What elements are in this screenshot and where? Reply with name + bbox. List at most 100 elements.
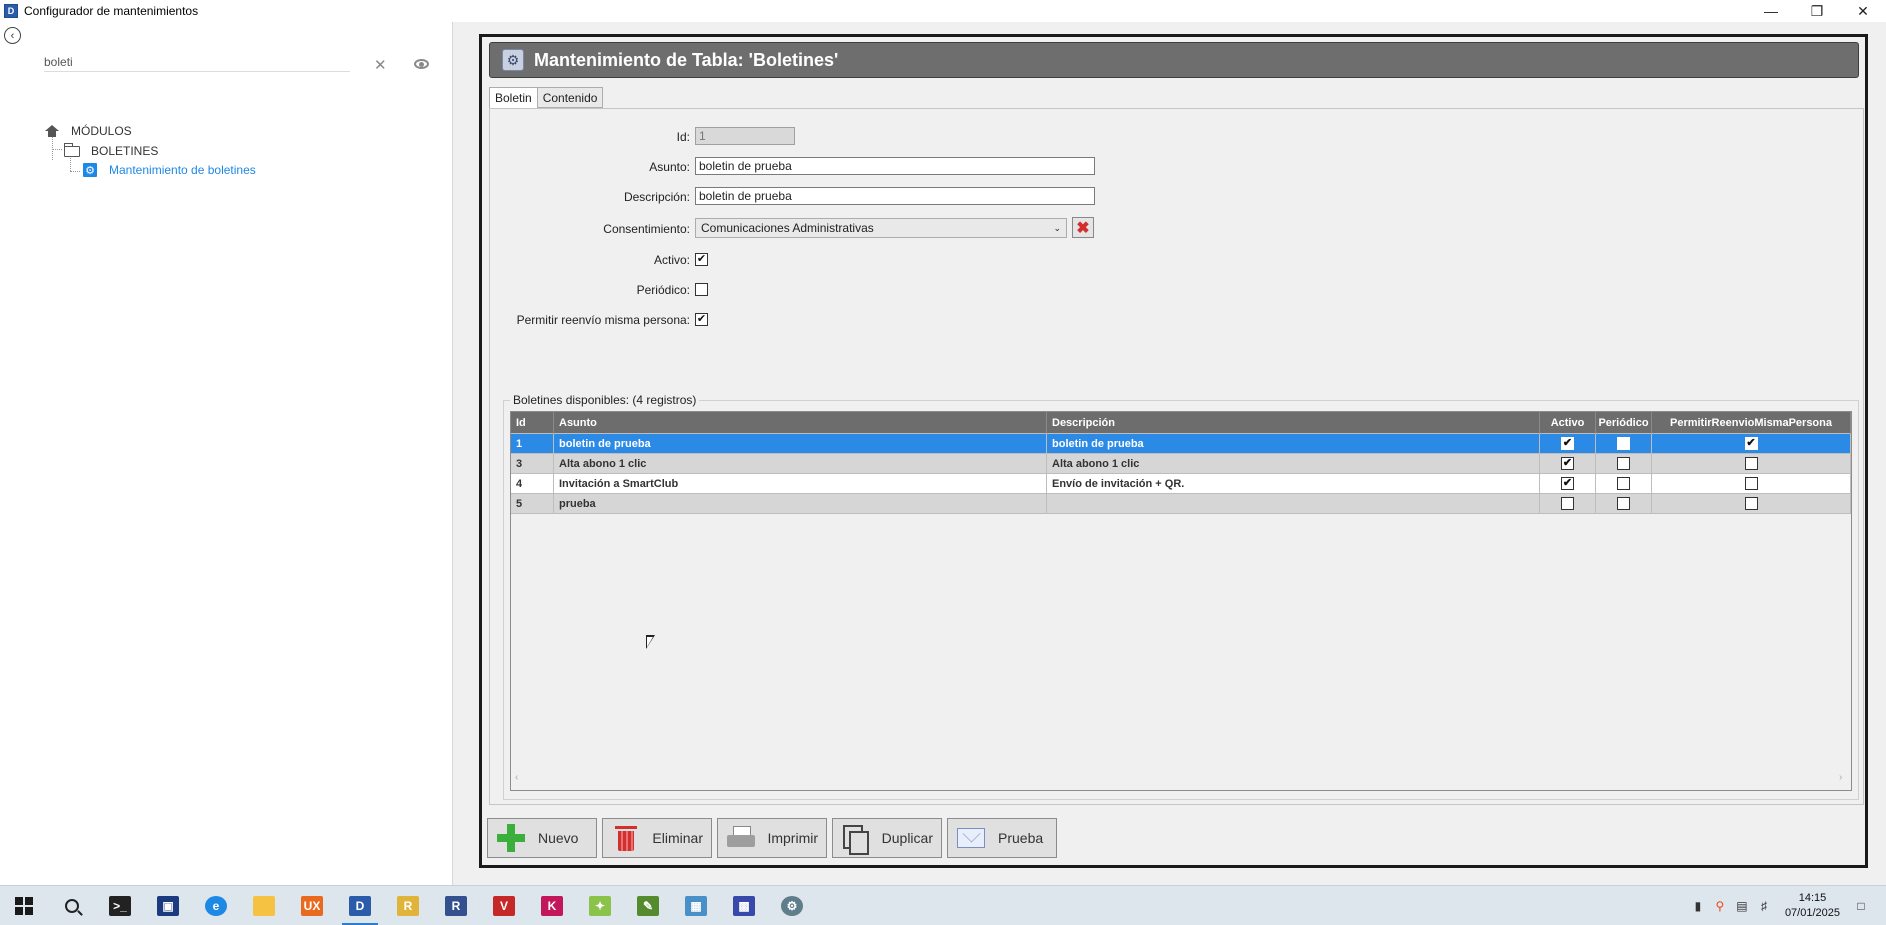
- taskbar-calc-app[interactable]: ▦: [672, 886, 720, 925]
- tree-item-label: BOLETINES: [91, 144, 159, 158]
- scroll-right-icon[interactable]: ›: [1839, 772, 1842, 783]
- back-arrow-icon[interactable]: ‹: [4, 27, 21, 44]
- folder-icon: [253, 895, 275, 916]
- page-title: Mantenimiento de Tabla: 'Boletines': [534, 49, 839, 70]
- groupbox-legend: Boletines disponibles: (4 registros): [510, 393, 700, 407]
- taskbar-r-app-blue[interactable]: R: [432, 886, 480, 925]
- periodico-checkbox[interactable]: [1617, 457, 1630, 470]
- taskbar-ux-app[interactable]: UX: [288, 886, 336, 925]
- periodico-checkbox[interactable]: [695, 283, 708, 296]
- system-tray: ▮ ⚲ ▤ ♯ 14:15 07/01/2025 □: [1687, 886, 1886, 925]
- nuevo-button[interactable]: Nuevo: [487, 818, 597, 858]
- window-title: Configurador de mantenimientos: [24, 4, 199, 18]
- tree-item-modulos[interactable]: MÓDULOS: [45, 124, 132, 138]
- asunto-label: Asunto:: [649, 160, 690, 174]
- taskbar-v-app[interactable]: V: [480, 886, 528, 925]
- activo-checkbox[interactable]: ✔: [1561, 457, 1574, 470]
- nuevo-label: Nuevo: [538, 830, 579, 846]
- asunto-field[interactable]: [695, 157, 1095, 175]
- terminal-icon: >_: [109, 895, 131, 916]
- tree-item-mantenimiento-boletines[interactable]: ⚙ Mantenimiento de boletines: [83, 163, 256, 177]
- activo-checkbox[interactable]: [1561, 497, 1574, 510]
- taskbar-r-app-yellow[interactable]: R: [384, 886, 432, 925]
- duplicar-button[interactable]: Duplicar: [832, 818, 942, 858]
- eliminar-label: Eliminar: [652, 830, 703, 846]
- windows-logo-icon: [15, 896, 33, 915]
- reenvio-checkbox[interactable]: [1744, 477, 1758, 490]
- column-header-asunto[interactable]: Asunto: [554, 412, 1047, 434]
- column-header-activo[interactable]: Activo: [1540, 412, 1596, 434]
- taskbar: >_ ▣ e UX D R R V K ✦ ✎ ▦ ▩ ⚙ ▮ ⚲ ▤ ♯ 14…: [0, 885, 1886, 925]
- eye-icon[interactable]: [414, 59, 429, 69]
- reenvio-checkbox[interactable]: [1744, 457, 1758, 470]
- clock[interactable]: 14:15 07/01/2025: [1785, 891, 1840, 921]
- periodico-checkbox[interactable]: [1617, 497, 1630, 510]
- mouse-cursor-icon: [646, 635, 655, 649]
- settings-icon: ⚙: [83, 163, 97, 177]
- taskbar-monitor[interactable]: ▣: [144, 886, 192, 925]
- taskbar-k-app[interactable]: K: [528, 886, 576, 925]
- cell-descripcion: Envío de invitación + QR.: [1047, 474, 1540, 494]
- prueba-button[interactable]: Prueba: [947, 818, 1057, 858]
- tab-contenido[interactable]: Contenido: [536, 87, 604, 108]
- taskbar-edge[interactable]: e: [192, 886, 240, 925]
- boletin-tab-panel: Id: Asunto: Descripción: Consentimiento:…: [489, 108, 1864, 805]
- taskbar-editor-app[interactable]: ✎: [624, 886, 672, 925]
- notifications-icon[interactable]: □: [1850, 898, 1872, 914]
- r-app-icon: R: [445, 895, 467, 916]
- taskbar-settings-app[interactable]: ⚙: [768, 886, 816, 925]
- taskbar-d-app[interactable]: D: [336, 886, 384, 925]
- cell-id: 5: [511, 494, 554, 514]
- taskbar-tool-app[interactable]: ✦: [576, 886, 624, 925]
- table-row[interactable]: 4 Invitación a SmartClub Envío de invita…: [511, 474, 1851, 494]
- table-row[interactable]: 3 Alta abono 1 clic Alta abono 1 clic ✔: [511, 454, 1851, 474]
- column-header-reenvio[interactable]: PermitirReenvioMismaPersona: [1652, 412, 1851, 434]
- consentimiento-select[interactable]: Comunicaciones Administrativas ⌄: [695, 218, 1067, 238]
- editor-icon: ✎: [637, 895, 659, 916]
- periodico-checkbox[interactable]: [1617, 437, 1630, 450]
- clear-search-icon[interactable]: ✕: [374, 56, 387, 74]
- reenvio-checkbox[interactable]: ✔: [1744, 437, 1758, 450]
- battery-icon[interactable]: ▮: [1687, 898, 1709, 914]
- copy-icon: [843, 825, 870, 855]
- network-icon[interactable]: ▤: [1731, 898, 1753, 914]
- eliminar-button[interactable]: Eliminar: [602, 818, 712, 858]
- app-icon: D: [4, 4, 18, 18]
- tree-item-label: Mantenimiento de boletines: [109, 163, 256, 177]
- column-header-id[interactable]: Id: [511, 412, 554, 434]
- activo-checkbox[interactable]: ✔: [695, 253, 708, 266]
- close-button[interactable]: ✕: [1840, 0, 1886, 22]
- edge-icon: e: [205, 895, 227, 916]
- search-icon: [65, 898, 79, 913]
- descripcion-field[interactable]: [695, 187, 1095, 205]
- taskbar-cube-app[interactable]: ▩: [720, 886, 768, 925]
- table-row[interactable]: 5 prueba: [511, 494, 1851, 514]
- consentimiento-label: Consentimiento:: [603, 222, 690, 236]
- tab-boletin[interactable]: Boletin: [489, 87, 538, 109]
- r-app-icon: R: [397, 895, 419, 916]
- reenvio-checkbox[interactable]: ✔: [695, 313, 708, 326]
- restore-button[interactable]: ❐: [1794, 0, 1840, 22]
- taskbar-search-button[interactable]: [48, 886, 96, 925]
- imprimir-button[interactable]: Imprimir: [717, 818, 827, 858]
- column-header-descripcion[interactable]: Descripción: [1047, 412, 1540, 434]
- search-input[interactable]: [44, 52, 350, 72]
- minimize-button[interactable]: —: [1748, 0, 1794, 22]
- periodico-checkbox[interactable]: [1617, 477, 1630, 490]
- tree-item-boletines[interactable]: BOLETINES: [64, 142, 159, 158]
- column-header-periodico[interactable]: Periódico: [1596, 412, 1652, 434]
- start-button[interactable]: [0, 886, 48, 925]
- reenvio-checkbox[interactable]: [1744, 497, 1758, 510]
- taskbar-terminal[interactable]: >_: [96, 886, 144, 925]
- boletines-groupbox: Boletines disponibles: (4 registros) Id …: [503, 393, 1859, 800]
- table-row[interactable]: 1 boletin de prueba boletin de prueba ✔ …: [511, 434, 1851, 454]
- activo-checkbox[interactable]: ✔: [1561, 437, 1574, 450]
- activo-checkbox[interactable]: ✔: [1561, 477, 1574, 490]
- id-field: [695, 127, 795, 145]
- clear-consentimiento-button[interactable]: ✖: [1072, 217, 1094, 238]
- magnifier-icon[interactable]: ⚲: [1709, 898, 1731, 914]
- cell-asunto: Invitación a SmartClub: [554, 474, 1047, 494]
- taskbar-explorer[interactable]: [240, 886, 288, 925]
- scroll-left-icon[interactable]: ‹: [515, 772, 518, 783]
- volume-muted-icon[interactable]: ♯: [1753, 898, 1775, 914]
